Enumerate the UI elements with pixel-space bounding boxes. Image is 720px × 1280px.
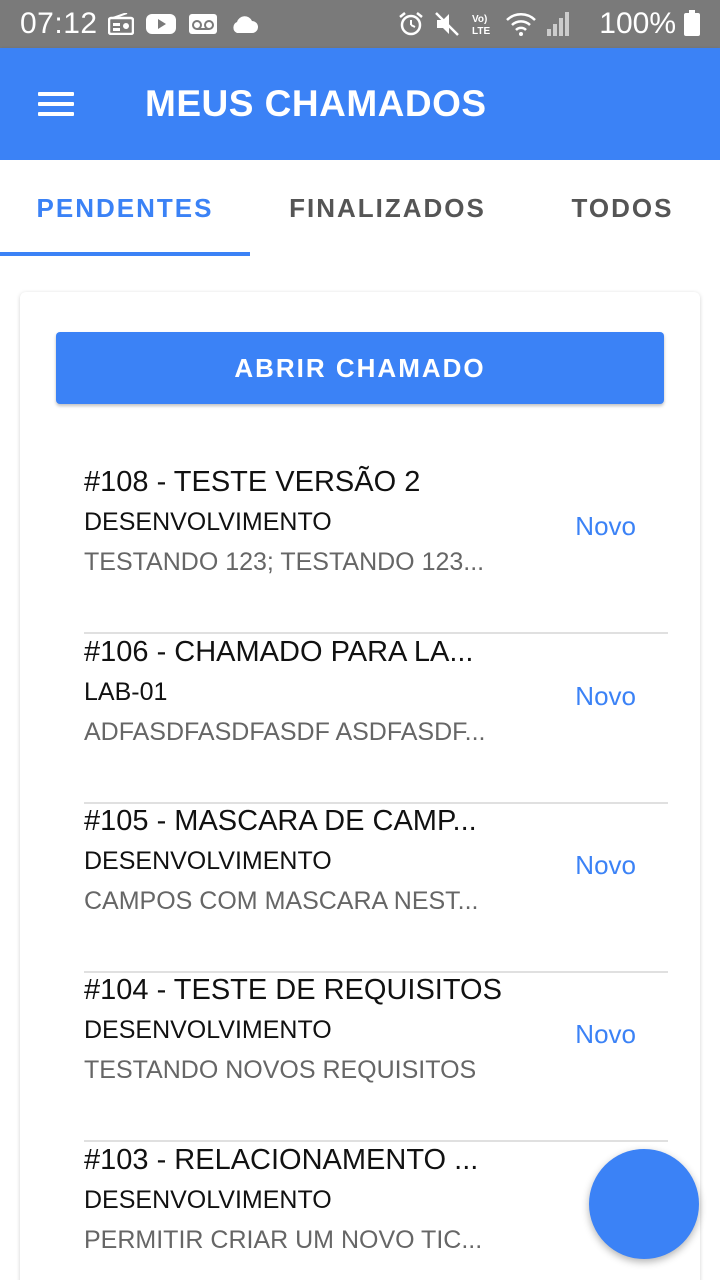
ticket-item[interactable]: #104 - TESTE DE REQUISITOS DESENVOLVIMEN… [84, 972, 668, 1142]
ticket-title: #103 - RELACIONAMENTO ... [84, 1144, 479, 1176]
ticket-department: DESENVOLVIMENTO [84, 1186, 332, 1214]
ticket-title: #106 - CHAMADO PARA LA... [84, 636, 474, 668]
ticket-status: Novo [575, 511, 636, 541]
tab-todos[interactable]: TODOS [525, 160, 720, 256]
ticket-title: #105 - MASCARA DE CAMP... [84, 805, 477, 837]
system-icons: Vo) LTE [398, 10, 570, 38]
ticket-description: TESTANDO 123; TESTANDO 123... [84, 548, 485, 576]
tab-bar: PENDENTES FINALIZADOS TODOS [0, 160, 720, 256]
youtube-icon [146, 13, 176, 35]
floating-action-button[interactable] [589, 1149, 699, 1259]
menu-icon[interactable] [38, 92, 74, 116]
active-tab-indicator [0, 252, 250, 256]
ticket-item[interactable]: #103 - RELACIONAMENTO ... DESENVOLVIMENT… [84, 1142, 668, 1280]
tab-finalizados[interactable]: FINALIZADOS [250, 160, 525, 256]
notification-icons [108, 10, 258, 38]
ticket-status: Novo [575, 850, 636, 880]
voicemail-icon [188, 13, 218, 35]
ticket-title: #104 - TESTE DE REQUISITOS [84, 974, 502, 1006]
ticket-status: Novo [575, 1019, 636, 1049]
mute-icon [434, 11, 460, 37]
open-ticket-button[interactable]: ABRIR CHAMADO [56, 332, 664, 404]
ticket-department: DESENVOLVIMENTO [84, 847, 332, 875]
ticket-description: PERMITIR CRIAR UM NOVO TIC... [84, 1226, 483, 1254]
page-title: MEUS CHAMADOS [145, 83, 487, 124]
ticket-item[interactable]: #105 - MASCARA DE CAMP... DESENVOLVIMENT… [84, 803, 668, 973]
ticket-department: LAB-01 [84, 678, 168, 706]
tab-pendentes[interactable]: PENDENTES [0, 160, 250, 256]
signal-icon [546, 11, 570, 37]
ticket-item[interactable]: #108 - TESTE VERSÃO 2 DESENVOLVIMENTO TE… [84, 464, 668, 634]
status-bar: 07:12 Vo) LTE 100% [0, 0, 720, 48]
ticket-item[interactable]: #106 - CHAMADO PARA LA... LAB-01 ADFASDF… [84, 634, 668, 804]
ticket-department: DESENVOLVIMENTO [84, 1016, 332, 1044]
battery-percentage: 100% [599, 7, 676, 40]
volte-icon: Vo) LTE [470, 11, 496, 37]
ticket-description: ADFASDFASDFASDF ASDFASDF... [84, 718, 486, 746]
app-bar: MEUS CHAMADOS [0, 48, 720, 160]
svg-text:LTE: LTE [472, 26, 490, 37]
ticket-description: TESTANDO NOVOS REQUISITOS [84, 1056, 477, 1084]
ticket-description: CAMPOS COM MASCARA NEST... [84, 887, 479, 915]
wifi-icon [506, 11, 536, 37]
cloud-icon [230, 14, 258, 34]
battery-icon [684, 10, 700, 36]
status-time: 07:12 [20, 7, 98, 40]
svg-text:Vo): Vo) [472, 14, 487, 25]
ticket-status: Novo [575, 681, 636, 711]
radio-icon [108, 13, 134, 35]
ticket-department: DESENVOLVIMENTO [84, 508, 332, 536]
alarm-icon [398, 11, 424, 37]
tickets-card: ABRIR CHAMADO #108 - TESTE VERSÃO 2 DESE… [20, 292, 700, 1280]
ticket-title: #108 - TESTE VERSÃO 2 [84, 466, 421, 498]
